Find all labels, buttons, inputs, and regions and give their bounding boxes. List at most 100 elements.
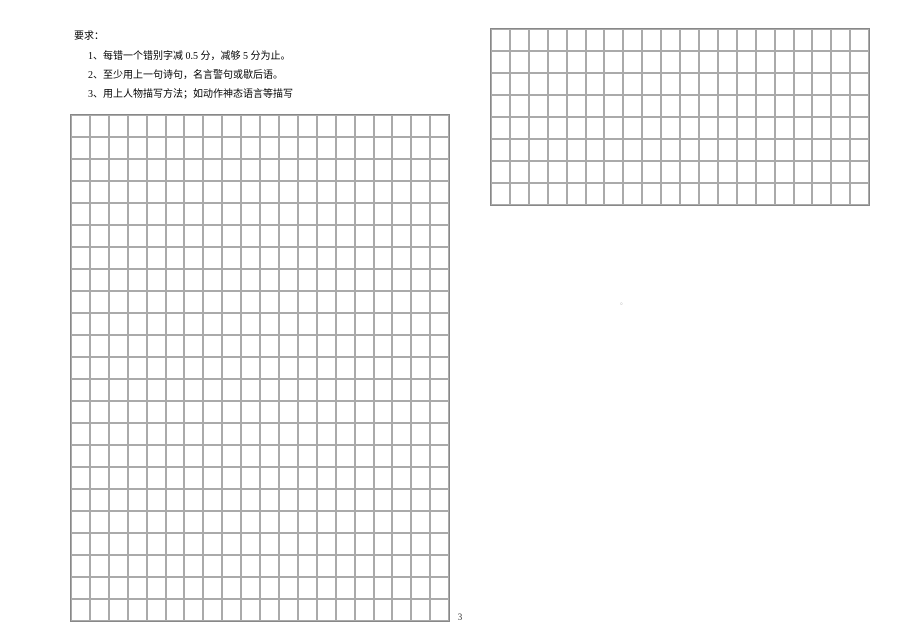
grid-cell: [203, 445, 222, 467]
grid-cell: [147, 203, 166, 225]
grid-cell: [90, 291, 109, 313]
grid-cell: [699, 183, 718, 205]
grid-cell: [260, 115, 279, 137]
grid-cell: [411, 511, 430, 533]
grid-cell: [336, 203, 355, 225]
grid-cell: [90, 247, 109, 269]
grid-cell: [184, 247, 203, 269]
grid-cell: [850, 73, 869, 95]
grid-cell: [184, 181, 203, 203]
grid-cell: [109, 555, 128, 577]
grid-row: [71, 599, 449, 621]
grid-cell: [355, 599, 374, 621]
grid-cell: [812, 73, 831, 95]
grid-cell: [491, 117, 510, 139]
grid-row: [491, 161, 869, 183]
grid-cell: [680, 161, 699, 183]
grid-cell: [392, 599, 411, 621]
grid-cell: [430, 599, 449, 621]
grid-cell: [184, 511, 203, 533]
grid-cell: [411, 203, 430, 225]
grid-cell: [831, 51, 850, 73]
grid-cell: [128, 511, 147, 533]
grid-cell: [166, 269, 185, 291]
grid-cell: [374, 467, 393, 489]
grid-cell: [661, 73, 680, 95]
grid-cell: [184, 269, 203, 291]
grid-cell: [430, 335, 449, 357]
grid-cell: [411, 269, 430, 291]
grid-cell: [90, 203, 109, 225]
grid-cell: [430, 445, 449, 467]
grid-cell: [336, 247, 355, 269]
grid-row: [71, 401, 449, 423]
grid-cell: [680, 183, 699, 205]
grid-cell: [90, 401, 109, 423]
grid-cell: [756, 29, 775, 51]
grid-cell: [548, 51, 567, 73]
grid-cell: [355, 335, 374, 357]
grid-cell: [184, 445, 203, 467]
grid-cell: [317, 533, 336, 555]
grid-cell: [529, 183, 548, 205]
grid-cell: [128, 423, 147, 445]
grid-cell: [680, 139, 699, 161]
grid-cell: [71, 511, 90, 533]
grid-cell: [203, 115, 222, 137]
grid-cell: [336, 159, 355, 181]
grid-cell: [374, 137, 393, 159]
grid-cell: [128, 137, 147, 159]
grid-cell: [411, 423, 430, 445]
grid-cell: [71, 489, 90, 511]
grid-cell: [260, 511, 279, 533]
grid-cell: [430, 489, 449, 511]
grid-cell: [642, 183, 661, 205]
grid-cell: [184, 357, 203, 379]
grid-cell: [510, 161, 529, 183]
grid-row: [71, 489, 449, 511]
grid-cell: [241, 533, 260, 555]
grid-cell: [812, 95, 831, 117]
grid-cell: [831, 139, 850, 161]
grid-row: [71, 225, 449, 247]
grid-cell: [222, 533, 241, 555]
grid-cell: [411, 379, 430, 401]
grid-cell: [298, 247, 317, 269]
grid-cell: [661, 183, 680, 205]
grid-cell: [90, 137, 109, 159]
grid-cell: [355, 247, 374, 269]
grid-cell: [336, 137, 355, 159]
grid-cell: [850, 51, 869, 73]
grid-cell: [298, 203, 317, 225]
grid-cell: [260, 445, 279, 467]
grid-cell: [241, 445, 260, 467]
grid-cell: [392, 467, 411, 489]
grid-cell: [430, 555, 449, 577]
grid-cell: [147, 423, 166, 445]
grid-cell: [794, 73, 813, 95]
grid-cell: [71, 225, 90, 247]
grid-cell: [298, 269, 317, 291]
grid-cell: [756, 73, 775, 95]
grid-cell: [336, 313, 355, 335]
grid-cell: [355, 511, 374, 533]
grid-cell: [203, 181, 222, 203]
grid-cell: [374, 159, 393, 181]
grid-cell: [147, 269, 166, 291]
grid-cell: [831, 117, 850, 139]
grid-cell: [355, 577, 374, 599]
grid-cell: [166, 225, 185, 247]
grid-cell: [642, 51, 661, 73]
grid-cell: [109, 269, 128, 291]
grid-cell: [510, 117, 529, 139]
grid-cell: [203, 467, 222, 489]
grid-cell: [430, 313, 449, 335]
grid-cell: [184, 467, 203, 489]
grid-cell: [241, 247, 260, 269]
grid-cell: [184, 489, 203, 511]
grid-row: [71, 291, 449, 313]
grid-cell: [586, 73, 605, 95]
grid-cell: [411, 357, 430, 379]
grid-cell: [222, 401, 241, 423]
grid-cell: [241, 423, 260, 445]
